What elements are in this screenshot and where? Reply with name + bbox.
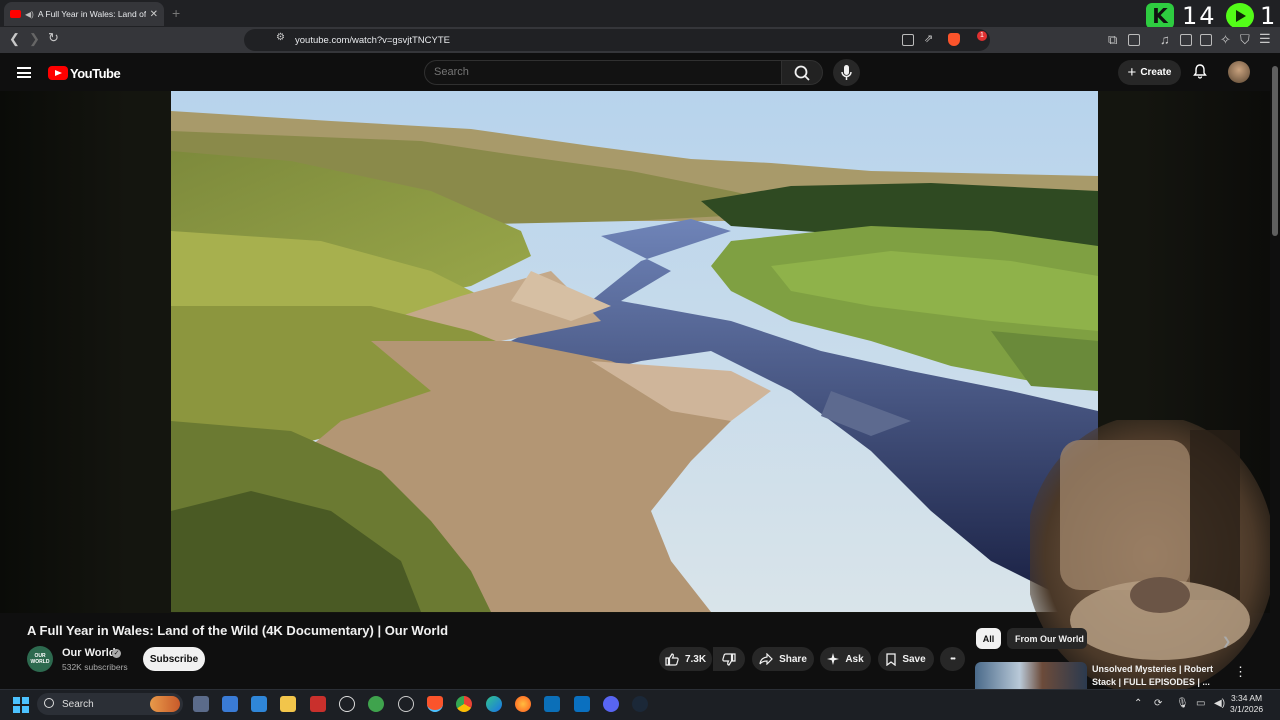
vpn-shield-icon[interactable]: ⛉ (1240, 32, 1250, 48)
browser-tab-strip (0, 0, 1280, 27)
youtube-logo-icon[interactable] (48, 66, 68, 80)
clock-app-icon[interactable] (339, 696, 355, 712)
like-count: 7.3K (684, 653, 707, 665)
tab-close-icon[interactable]: ✕ (150, 9, 158, 20)
firefox-icon[interactable] (515, 696, 531, 712)
create-label: Create (1140, 67, 1172, 78)
tray-app-icon[interactable]: ⟳ (1154, 698, 1162, 709)
video-frame-landscape (171, 91, 1098, 612)
wallet-icon[interactable] (1128, 34, 1140, 46)
kick-logo-icon: K (1146, 3, 1174, 29)
overlay-right-count: 1 (1260, 2, 1276, 30)
channel-avatar[interactable]: OUR WORLD (27, 646, 53, 672)
recommendation-thumbnail[interactable] (975, 662, 1087, 690)
search-highlight-icon (150, 696, 180, 712)
extensions-icon[interactable]: ⧉ (1108, 32, 1117, 48)
new-tab-button[interactable]: + (172, 5, 180, 21)
recommendation-menu-icon[interactable]: ⋮ (1234, 664, 1247, 680)
account-avatar[interactable] (1228, 61, 1250, 83)
create-button[interactable]: + Create (1118, 60, 1181, 85)
browser-tab[interactable]: ◀) A Full Year in Wales: Land of t ✕ (4, 2, 164, 26)
sparkle-icon (827, 653, 840, 665)
chips-next-chevron-icon[interactable]: ❯ (1222, 635, 1231, 648)
discord-icon[interactable] (603, 696, 619, 712)
forward-icon[interactable]: ❯ (29, 31, 40, 47)
save-label: Save (902, 653, 926, 665)
speaker-icon[interactable]: ◀) (25, 10, 34, 19)
verified-check-icon: ✓ (112, 649, 121, 658)
clock-time: 3:34 AM (1230, 693, 1263, 703)
steam-icon[interactable] (632, 696, 648, 712)
thumbs-down-icon (722, 652, 736, 666)
leo-ai-icon[interactable]: ✧ (1220, 32, 1231, 48)
save-button[interactable]: Save (878, 647, 934, 671)
more-actions-button[interactable]: ••• (940, 647, 965, 671)
browser-menu-icon[interactable]: ☰ (1259, 31, 1271, 47)
music-icon[interactable]: ♫ (1160, 32, 1170, 47)
share-label: Share (779, 653, 807, 665)
scrollbar-thumb[interactable] (1272, 66, 1278, 236)
back-icon[interactable]: ❮ (9, 31, 20, 47)
sidebar-toggle-icon[interactable] (1180, 34, 1192, 46)
app-icon-1[interactable] (222, 696, 238, 712)
notifications-bell-icon[interactable] (1193, 64, 1207, 82)
youtube-logo-text[interactable]: YouTube (70, 66, 121, 81)
vscode-icon[interactable] (574, 696, 590, 712)
video-player[interactable] (171, 91, 1098, 612)
play-logo-icon (1226, 3, 1254, 29)
voice-search-button[interactable] (833, 59, 860, 86)
overlay-left-count: 14 (1182, 2, 1217, 30)
taskbar-search-icon (44, 698, 54, 708)
volume-icon[interactable]: ◀) (1214, 698, 1225, 709)
microphone-icon (841, 65, 852, 80)
webcam-overlay (1025, 415, 1275, 695)
chip-from-channel[interactable]: From Our World (1007, 628, 1087, 649)
brave-browser-icon[interactable] (427, 696, 443, 712)
ask-label: Ask (845, 653, 864, 665)
share-page-icon[interactable]: ⇗ (924, 32, 933, 45)
thumbs-up-icon (665, 652, 679, 666)
share-arrow-icon (759, 653, 773, 665)
search-input[interactable] (434, 66, 764, 78)
subscribe-button[interactable]: Subscribe (143, 647, 205, 671)
sync-app-icon[interactable] (398, 696, 414, 712)
tab-manager-icon[interactable] (1200, 34, 1212, 46)
chip-all[interactable]: All (976, 628, 1001, 649)
cast-icon[interactable] (902, 34, 914, 46)
chrome-icon[interactable] (456, 696, 472, 712)
recommendation-title[interactable]: Unsolved Mysteries | Robert Stack | FULL… (1092, 663, 1222, 689)
edge-icon[interactable] (486, 696, 502, 712)
guide-menu-icon[interactable] (17, 67, 31, 78)
ask-button[interactable]: Ask (820, 647, 871, 671)
task-view-icon[interactable] (193, 696, 209, 712)
tray-mic-icon[interactable]: 🎙 (1176, 698, 1189, 709)
channel-name-link[interactable]: Our World (62, 647, 116, 659)
tray-overflow-icon[interactable]: ⌃ (1134, 698, 1142, 709)
bookmark-save-icon (886, 652, 896, 666)
video-title: A Full Year in Wales: Land of the Wild (… (27, 623, 449, 638)
clock-date: 3/1/2026 (1230, 704, 1264, 714)
reload-icon[interactable]: ↻ (48, 30, 59, 46)
tab-title: A Full Year in Wales: Land of t (37, 9, 146, 19)
file-explorer-icon[interactable] (280, 696, 296, 712)
search-button[interactable] (781, 60, 823, 85)
subscriber-count: 532K subscribers (62, 662, 128, 672)
app-icon-2[interactable] (251, 696, 267, 712)
brave-shields-icon[interactable] (948, 33, 960, 46)
like-button[interactable]: 7.3K (659, 647, 712, 671)
infinity-app-icon[interactable] (544, 696, 560, 712)
search-icon (794, 65, 810, 81)
plus-icon: + (1127, 64, 1137, 81)
share-button[interactable]: Share (752, 647, 814, 671)
dislike-button[interactable] (713, 647, 745, 671)
windows-start-icon[interactable] (13, 697, 29, 713)
youtube-favicon-icon (10, 10, 21, 18)
url-text[interactable]: youtube.com/watch?v=gsvjtTNCYTE (295, 35, 450, 46)
news-app-icon[interactable] (310, 696, 326, 712)
rewards-badge[interactable]: 1 (977, 31, 987, 41)
site-settings-icon[interactable]: ⚙ (276, 32, 285, 43)
taskbar-clock[interactable]: 3:34 AM 3/1/2026 (1230, 693, 1263, 715)
green-app-icon[interactable] (368, 696, 384, 712)
network-icon[interactable]: ▭ (1196, 698, 1205, 709)
